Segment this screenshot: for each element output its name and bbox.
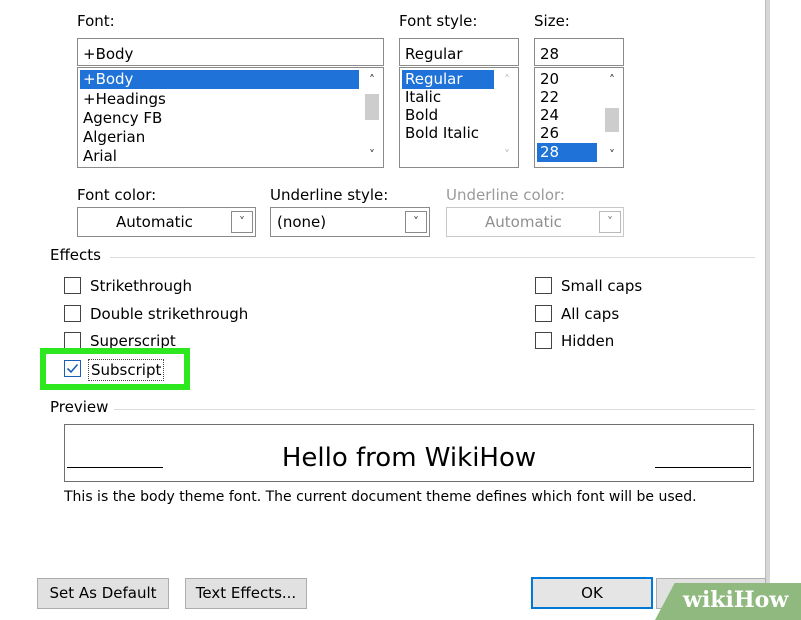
preview-box: Hello from WikiHow (64, 424, 754, 482)
font-input-value: +Body (83, 45, 134, 63)
size-list-item[interactable]: 26 (537, 124, 559, 143)
effects-heading: Effects (50, 246, 101, 264)
scroll-down-icon[interactable]: ˅ (496, 145, 518, 165)
set-as-default-button[interactable]: Set As Default (37, 578, 169, 609)
size-input-value: 28 (540, 45, 560, 63)
size-list-item[interactable]: 22 (537, 88, 559, 107)
font-color-select[interactable]: Automatic ˅ (77, 207, 256, 237)
preview-line-right (655, 467, 751, 468)
ok-button[interactable]: OK (531, 577, 653, 609)
checkbox-box[interactable] (535, 277, 552, 294)
small-caps-label: Small caps (561, 277, 643, 295)
scroll-up-icon[interactable]: ˄ (601, 70, 623, 90)
font-list-item[interactable]: Algerian (80, 128, 145, 147)
font-style-list-item[interactable]: Bold (402, 106, 438, 125)
font-list-scrollbar[interactable]: ˄ ˅ (361, 68, 383, 167)
size-list-item[interactable]: 24 (537, 106, 559, 125)
double-strikethrough-label: Double strikethrough (90, 305, 249, 323)
scroll-up-icon[interactable]: ˄ (496, 70, 518, 90)
font-list-item[interactable]: +Headings (80, 90, 166, 109)
checkbox-box[interactable] (64, 277, 81, 294)
size-list-item[interactable]: 20 (537, 70, 559, 89)
font-list[interactable]: +Body +Headings Agency FB Algerian Arial… (77, 67, 384, 168)
font-style-list-item[interactable]: Bold Italic (402, 124, 479, 143)
effects-divider (110, 257, 755, 258)
size-label: Size: (534, 12, 570, 30)
checkbox-box[interactable] (64, 360, 81, 377)
underline-color-value: Automatic (485, 213, 562, 231)
checkbox-box[interactable] (535, 332, 552, 349)
hidden-label: Hidden (561, 332, 615, 350)
scroll-up-icon[interactable]: ˄ (361, 70, 383, 90)
underline-style-value: (none) (277, 213, 327, 231)
font-list-item[interactable]: +Body (80, 70, 359, 89)
size-list-scrollbar[interactable]: ˄ ˅ (601, 68, 623, 167)
font-list-item[interactable]: Agency FB (80, 109, 162, 128)
preview-divider (114, 409, 755, 410)
font-style-input-value: Regular (405, 45, 463, 63)
strikethrough-label: Strikethrough (90, 277, 193, 295)
all-caps-label: All caps (561, 305, 620, 323)
preview-sample-text: Hello from WikiHow (281, 443, 537, 473)
chevron-down-icon[interactable]: ˅ (405, 211, 427, 233)
dialog-right-border (765, 0, 770, 620)
checkmark-icon (66, 363, 79, 374)
underline-color-label: Underline color: (446, 186, 565, 204)
size-list-item[interactable]: 28 (537, 143, 597, 162)
size-list[interactable]: 20 22 24 26 28 ˄ ˅ (534, 67, 624, 168)
chevron-down-icon[interactable]: ˅ (231, 211, 253, 233)
font-label: Font: (77, 12, 115, 30)
scroll-down-icon[interactable]: ˅ (601, 145, 623, 165)
font-color-value: Automatic (116, 213, 193, 231)
underline-style-select[interactable]: (none) ˅ (270, 207, 430, 237)
font-style-list-item[interactable]: Regular (402, 70, 494, 89)
preview-description: This is the body theme font. The current… (64, 489, 697, 505)
font-color-label: Font color: (77, 186, 157, 204)
underline-color-select[interactable]: Automatic ˅ (446, 207, 624, 237)
font-style-label: Font style: (399, 12, 478, 30)
scroll-down-icon[interactable]: ˅ (361, 145, 383, 165)
scroll-thumb[interactable] (365, 94, 379, 120)
checkbox-box[interactable] (64, 305, 81, 322)
font-style-list-item[interactable]: Italic (402, 88, 441, 107)
font-style-list[interactable]: Regular Italic Bold Bold Italic ˄ ˅ (399, 67, 519, 168)
preview-heading: Preview (50, 398, 109, 416)
font-input[interactable]: +Body (77, 38, 384, 66)
subscript-label: Subscript (88, 359, 165, 381)
underline-style-label: Underline style: (270, 186, 389, 204)
wikihow-watermark-text: wikiHow (683, 587, 789, 613)
font-style-input[interactable]: Regular (399, 38, 519, 66)
size-input[interactable]: 28 (534, 38, 624, 66)
scroll-thumb[interactable] (605, 108, 619, 132)
font-list-item[interactable]: Arial (80, 147, 117, 166)
chevron-down-icon[interactable]: ˅ (599, 211, 621, 233)
checkbox-box[interactable] (535, 305, 552, 322)
font-style-list-scrollbar[interactable]: ˄ ˅ (496, 68, 518, 167)
checkbox-box[interactable] (64, 332, 81, 349)
text-effects-button[interactable]: Text Effects... (185, 578, 307, 609)
